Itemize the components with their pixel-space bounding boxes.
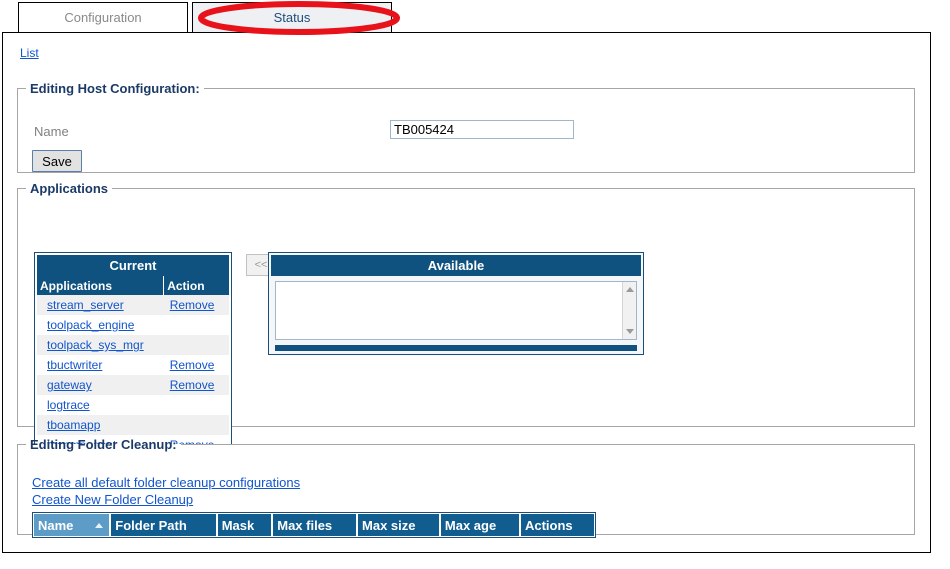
host-name-input[interactable]: [390, 120, 574, 139]
application-name-cell: toolpack_sys_mgr: [37, 335, 164, 355]
folder-cleanup-links: Create all default folder cleanup config…: [32, 474, 300, 508]
column-header-folder-path[interactable]: Folder Path: [110, 514, 218, 536]
content-pane: List Editing Host Configuration: Name Sa…: [2, 32, 931, 553]
application-name-cell: toolpack_engine: [37, 315, 164, 335]
save-button[interactable]: Save: [32, 150, 82, 172]
application-link[interactable]: tboamapp: [47, 418, 100, 432]
table-row: tbuctwriter Remove: [37, 355, 229, 375]
applications-legend: Applications: [30, 181, 109, 196]
remove-link[interactable]: Remove: [170, 358, 215, 372]
application-name-cell: tboamapp: [37, 415, 164, 435]
column-header-mask[interactable]: Mask: [216, 514, 274, 536]
name-label: Name: [34, 124, 69, 139]
tab-status[interactable]: Status: [192, 2, 392, 32]
tab-strip: Configuration Status: [0, 0, 950, 34]
create-new-folder-cleanup-link[interactable]: Create New Folder Cleanup: [32, 491, 300, 508]
tab-status-label: Status: [273, 10, 311, 25]
column-header-applications[interactable]: Applications: [37, 276, 165, 295]
current-applications-body: stream_server Remove toolpack_engine too…: [37, 295, 229, 455]
table-row: tboamapp: [37, 415, 229, 435]
column-header-max-size[interactable]: Max size: [357, 514, 441, 536]
application-action-cell: [163, 395, 229, 415]
folder-cleanup-table: Name Folder Path Mask Max files Max size…: [34, 514, 594, 536]
host-configuration-section: Editing Host Configuration: Name Save: [17, 81, 915, 173]
available-title: Available: [271, 255, 641, 276]
current-applications-table: Current Applications Action stream_serve…: [37, 255, 229, 455]
breadcrumb: List: [20, 46, 39, 60]
available-applications-panel: Available: [268, 252, 644, 355]
application-link[interactable]: tbuctwriter: [47, 358, 102, 372]
folder-cleanup-header-row: Name Folder Path Mask Max files Max size…: [34, 514, 594, 536]
listbox-scrollbar[interactable]: [622, 282, 636, 339]
application-link[interactable]: toolpack_sys_mgr: [47, 338, 144, 352]
host-configuration-legend: Editing Host Configuration:: [30, 81, 200, 96]
scroll-down-icon[interactable]: [626, 329, 634, 334]
application-action-cell: [163, 335, 229, 355]
application-name-cell: gateway: [37, 375, 164, 395]
table-row: toolpack_sys_mgr: [37, 335, 229, 355]
available-listbox[interactable]: [275, 281, 637, 340]
list-link[interactable]: List: [20, 46, 39, 60]
application-action-cell: Remove: [163, 295, 229, 315]
remove-link[interactable]: Remove: [170, 298, 215, 312]
application-link[interactable]: gateway: [47, 378, 92, 392]
column-header-name-label: Name: [38, 517, 74, 533]
application-action-cell: [163, 315, 229, 335]
tab-configuration[interactable]: Configuration: [18, 2, 188, 32]
table-row: stream_server Remove: [37, 295, 229, 315]
application-link[interactable]: toolpack_engine: [47, 318, 134, 332]
column-header-max-age[interactable]: Max age: [439, 514, 521, 536]
application-name-cell: logtrace: [37, 395, 164, 415]
column-header-action[interactable]: Action: [163, 276, 229, 295]
table-row: toolpack_engine: [37, 315, 229, 335]
folder-cleanup-section: Editing Folder Cleanup: Create all defau…: [17, 437, 915, 538]
table-row: logtrace: [37, 395, 229, 415]
current-applications-panel: Current Applications Action stream_serve…: [34, 252, 232, 466]
application-name-cell: stream_server: [37, 295, 164, 315]
application-action-cell: Remove: [163, 375, 229, 395]
applications-section: Applications Current Applications Action: [17, 181, 915, 466]
current-title: Current: [37, 255, 229, 276]
application-name-cell: tbuctwriter: [37, 355, 164, 375]
folder-cleanup-legend: Editing Folder Cleanup:: [30, 437, 177, 452]
column-header-max-files[interactable]: Max files: [272, 514, 359, 536]
sort-ascending-icon: [95, 523, 104, 528]
current-header-row: Applications Action: [37, 276, 229, 295]
application-link[interactable]: logtrace: [47, 398, 90, 412]
application-link[interactable]: stream_server: [47, 298, 124, 312]
remove-link[interactable]: Remove: [170, 378, 215, 392]
table-row: gateway Remove: [37, 375, 229, 395]
scroll-up-icon[interactable]: [626, 287, 634, 292]
application-action-cell: Remove: [163, 355, 229, 375]
available-footer-bar: [275, 345, 637, 351]
column-header-name[interactable]: Name: [34, 514, 112, 536]
column-header-actions[interactable]: Actions: [519, 514, 594, 536]
application-action-cell: [163, 415, 229, 435]
current-title-row: Current: [37, 255, 229, 276]
folder-cleanup-table-wrap: Name Folder Path Mask Max files Max size…: [32, 512, 596, 538]
create-all-default-folder-cleanup-link[interactable]: Create all default folder cleanup config…: [32, 474, 300, 491]
tab-configuration-label: Configuration: [64, 10, 142, 25]
